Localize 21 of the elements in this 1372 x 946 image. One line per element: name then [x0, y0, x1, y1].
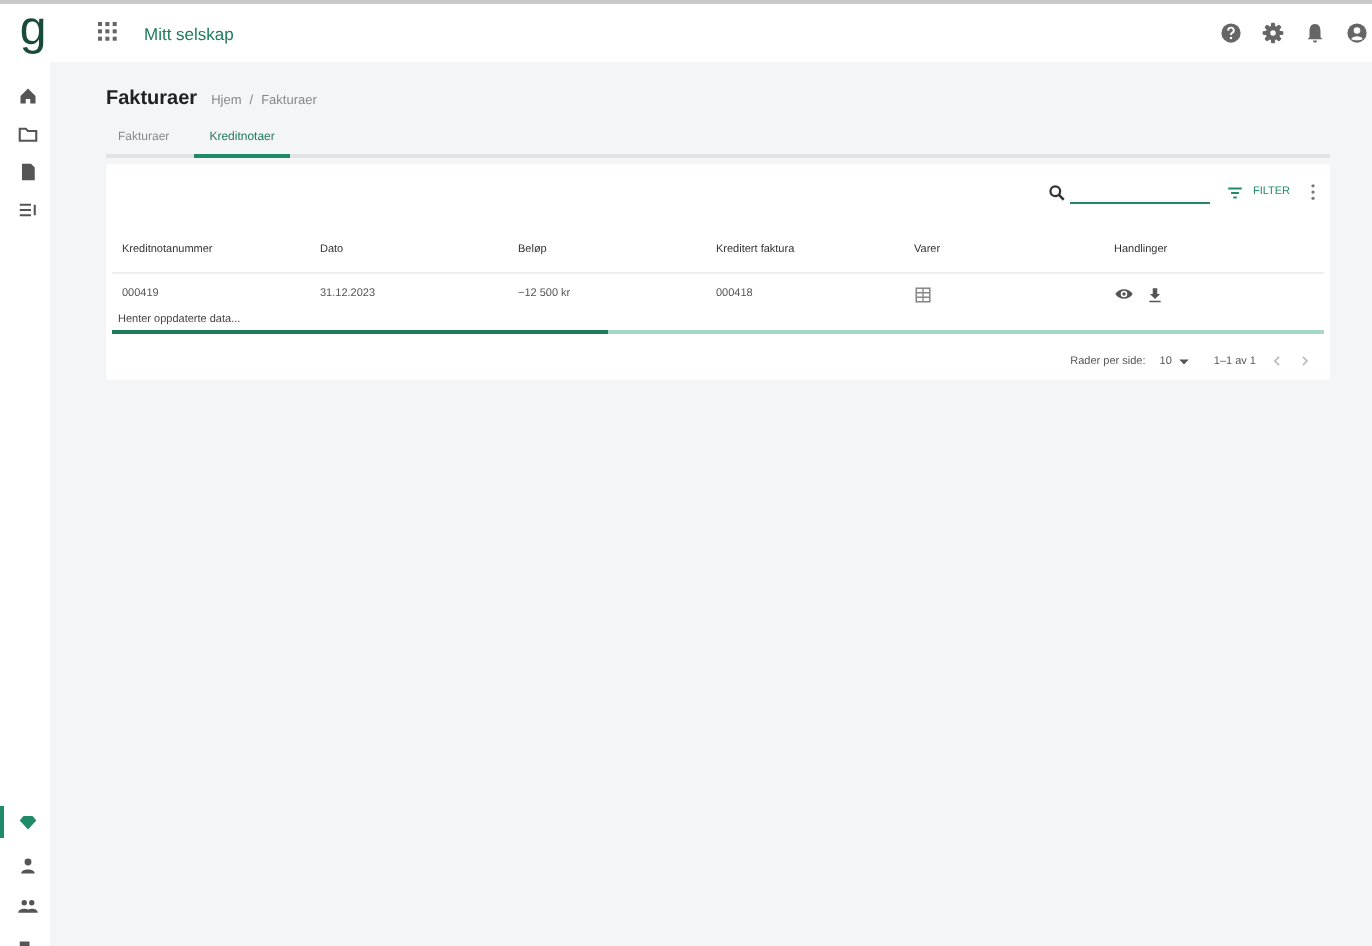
page-title: Fakturaer	[106, 88, 198, 110]
more-options-icon[interactable]	[1310, 182, 1316, 202]
apps-grid-icon[interactable]	[98, 22, 120, 44]
download-icon[interactable]	[1146, 285, 1164, 303]
list-icon	[15, 198, 39, 222]
grid-view-icon[interactable]	[914, 285, 932, 303]
settings-icon[interactable]	[1262, 22, 1284, 44]
person-icon	[15, 854, 39, 878]
folder-icon	[15, 122, 39, 146]
filter-icon	[1226, 183, 1245, 201]
search-icon	[1048, 183, 1067, 201]
dropdown-caret-icon	[1177, 355, 1190, 367]
diamond-icon	[15, 810, 39, 834]
view-eye-icon[interactable]	[1114, 284, 1134, 304]
help-icon[interactable]	[1220, 22, 1242, 44]
app-title[interactable]: Mitt selskap	[144, 23, 234, 43]
account-icon[interactable]	[1346, 22, 1368, 44]
notification-bell-icon[interactable]	[1304, 22, 1326, 44]
home-icon	[15, 84, 39, 108]
people-icon	[15, 894, 39, 918]
logo: g	[19, 5, 47, 53]
